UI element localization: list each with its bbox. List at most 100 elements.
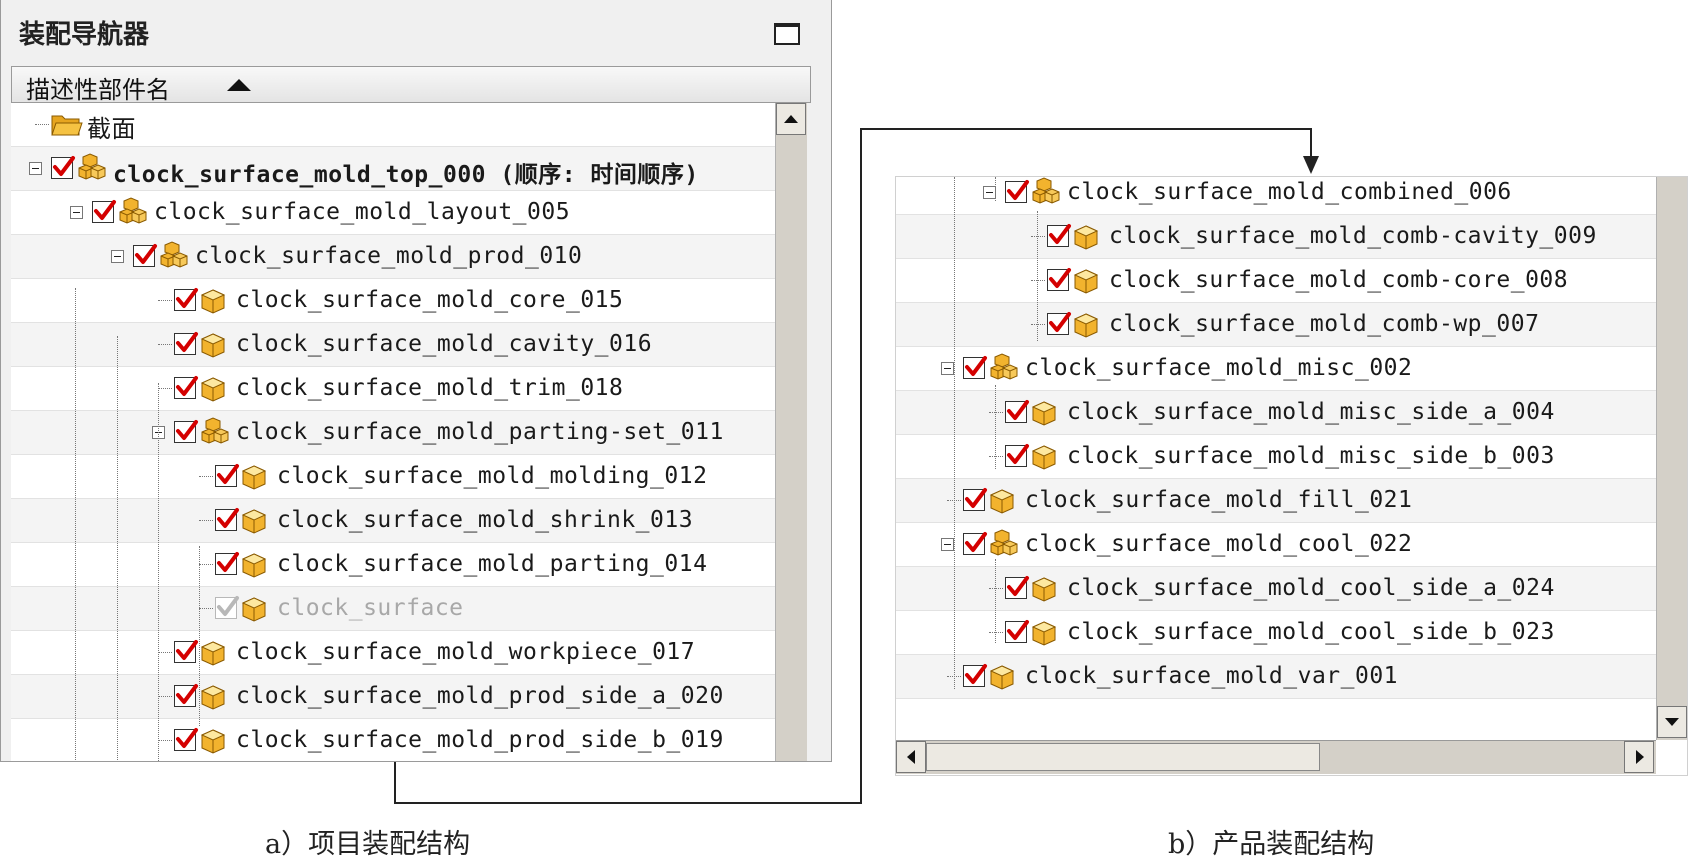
tree-row[interactable]: clock_surface_mold_prod_side_a_020 xyxy=(11,675,775,719)
component-part-icon xyxy=(1073,224,1099,254)
visibility-checkbox[interactable] xyxy=(174,332,198,355)
scroll-down-button[interactable] xyxy=(1657,706,1687,738)
tree-row-label: clock_surface_mold_combined_006 xyxy=(1067,179,1512,205)
tree-row-label: clock_surface_mold_core_015 xyxy=(236,287,624,313)
visibility-checkbox[interactable] xyxy=(1005,180,1029,203)
arrow-left-icon xyxy=(907,750,915,764)
horizontal-scroll-thumb[interactable] xyxy=(926,743,1320,771)
tree-row[interactable]: clock_surface_mold_parting_014 xyxy=(11,543,775,587)
tree-row[interactable]: clock_surface_mold_core_015 xyxy=(11,279,775,323)
arrow-up-icon xyxy=(784,115,798,123)
visibility-checkbox[interactable] xyxy=(963,356,987,379)
assembly-icon xyxy=(77,153,107,187)
tree-row[interactable]: clock_surface xyxy=(11,587,775,631)
tree-row[interactable]: clock_surface_mold_molding_012 xyxy=(11,455,775,499)
scroll-right-button[interactable] xyxy=(1624,741,1654,773)
visibility-checkbox[interactable] xyxy=(1005,576,1029,599)
tree-connector-line xyxy=(199,476,213,477)
visibility-checkbox[interactable] xyxy=(92,200,116,223)
tree-row[interactable]: clock_surface_mold_trim_018 xyxy=(11,367,775,411)
assembly-icon xyxy=(159,241,189,275)
visibility-checkbox[interactable] xyxy=(1005,444,1029,467)
visibility-checkbox[interactable] xyxy=(215,464,239,487)
visibility-checkbox[interactable] xyxy=(174,728,198,751)
tree-row[interactable]: clock_surface_mold_cool_022 xyxy=(896,523,1656,567)
visibility-checkbox[interactable] xyxy=(174,640,198,663)
scroll-up-button[interactable] xyxy=(776,103,806,135)
tree-connector-line xyxy=(989,588,1003,589)
tree-row-label: clock_surface_mold_workpiece_017 xyxy=(236,639,696,665)
tree-row[interactable]: clock_surface_mold_misc_side_b_003 xyxy=(896,435,1656,479)
column-header-description[interactable]: 描述性部件名 xyxy=(11,66,811,104)
tree-connector-line xyxy=(989,412,1003,413)
connector-line-bottom xyxy=(394,802,862,804)
component-part-icon xyxy=(200,288,226,318)
tree-row[interactable]: clock_surface_mold_comb-wp_007 xyxy=(896,303,1656,347)
connector-line-down xyxy=(394,762,396,804)
tree-row-label: clock_surface_mold_cool_022 xyxy=(1025,531,1413,557)
tree-row-label: clock_surface_mold_molding_012 xyxy=(277,463,708,489)
visibility-checkbox[interactable] xyxy=(51,156,75,179)
horizontal-scrollbar-b[interactable] xyxy=(896,740,1656,774)
assembly-navigator-panel: 装配导航器 描述性部件名 截面 clock_surface_mold_top_00… xyxy=(0,0,832,762)
tree-row[interactable]: clock_surface_mold_top_000 (顺序: 时间顺序) xyxy=(11,147,775,191)
tree-row[interactable]: clock_surface_mold_workpiece_017 xyxy=(11,631,775,675)
component-part-icon xyxy=(241,596,267,626)
component-part-icon xyxy=(241,552,267,582)
visibility-checkbox[interactable] xyxy=(963,664,987,687)
tree-row[interactable]: clock_surface_mold_misc_side_a_004 xyxy=(896,391,1656,435)
collapse-toggle-icon[interactable] xyxy=(941,362,954,375)
tree-row[interactable]: clock_surface_mold_cool_side_b_023 xyxy=(896,611,1656,655)
visibility-checkbox[interactable] xyxy=(1047,312,1071,335)
collapse-toggle-icon[interactable] xyxy=(111,250,124,263)
tree-connector-line xyxy=(1031,236,1045,237)
tree-row[interactable]: clock_surface_mold_parting-set_011 xyxy=(11,411,775,455)
tree-row[interactable]: clock_surface_mold_prod_side_b_019 xyxy=(11,719,775,761)
tree-guide-line xyxy=(954,177,955,689)
maximize-button[interactable] xyxy=(774,23,800,45)
tree-row[interactable]: clock_surface_mold_cavity_016 xyxy=(11,323,775,367)
collapse-toggle-icon[interactable] xyxy=(70,206,83,219)
visibility-checkbox[interactable] xyxy=(174,684,198,707)
visibility-checkbox[interactable] xyxy=(963,488,987,511)
caption-a: a）项目装配结构 xyxy=(265,829,471,860)
collapse-toggle-icon[interactable] xyxy=(29,162,42,175)
tree-connector-line xyxy=(158,740,172,741)
tree-connector-line xyxy=(158,652,172,653)
visibility-checkbox[interactable] xyxy=(1005,400,1029,423)
panel-title-bar: 装配导航器 xyxy=(1,0,831,66)
tree-row[interactable]: clock_surface_mold_combined_006 xyxy=(896,177,1656,215)
visibility-checkbox[interactable] xyxy=(215,508,239,531)
visibility-checkbox[interactable] xyxy=(215,552,239,575)
tree-row[interactable]: clock_surface_mold_fill_021 xyxy=(896,479,1656,523)
panel-title: 装配导航器 xyxy=(19,20,150,50)
tree-row[interactable]: clock_surface_mold_comb-core_008 xyxy=(896,259,1656,303)
visibility-checkbox[interactable] xyxy=(1047,268,1071,291)
visibility-checkbox[interactable] xyxy=(133,244,157,267)
tree-row-label: clock_surface_mold_misc_side_a_004 xyxy=(1067,399,1555,425)
tree-row[interactable]: clock_surface_mold_var_001 xyxy=(896,655,1656,699)
tree-row-label: clock_surface_mold_trim_018 xyxy=(236,375,624,401)
tree-row[interactable]: clock_surface_mold_cool_side_a_024 xyxy=(896,567,1656,611)
visibility-checkbox[interactable] xyxy=(1005,620,1029,643)
visibility-checkbox[interactable] xyxy=(174,288,198,311)
visibility-checkbox[interactable] xyxy=(963,532,987,555)
tree-row[interactable]: clock_surface_mold_shrink_013 xyxy=(11,499,775,543)
assembly-icon xyxy=(1031,177,1061,211)
visibility-checkbox[interactable] xyxy=(215,596,239,619)
visibility-checkbox[interactable] xyxy=(1047,224,1071,247)
tree-guide-line xyxy=(158,383,159,761)
tree-row[interactable]: clock_surface_mold_prod_010 xyxy=(11,235,775,279)
tree-row[interactable]: clock_surface_mold_misc_002 xyxy=(896,347,1656,391)
vertical-scrollbar-a[interactable] xyxy=(775,103,807,761)
scroll-left-button[interactable] xyxy=(896,741,926,773)
tree-row[interactable]: clock_surface_mold_comb-cavity_009 xyxy=(896,215,1656,259)
tree-row-label: clock_surface_mold_prod_010 xyxy=(195,243,583,269)
tree-row[interactable]: 截面 xyxy=(11,103,775,147)
visibility-checkbox[interactable] xyxy=(174,376,198,399)
arrow-down-icon xyxy=(1665,718,1679,726)
vertical-scrollbar-b[interactable] xyxy=(1656,177,1687,740)
visibility-checkbox[interactable] xyxy=(174,420,198,443)
collapse-toggle-icon[interactable] xyxy=(941,538,954,551)
tree-row[interactable]: clock_surface_mold_layout_005 xyxy=(11,191,775,235)
